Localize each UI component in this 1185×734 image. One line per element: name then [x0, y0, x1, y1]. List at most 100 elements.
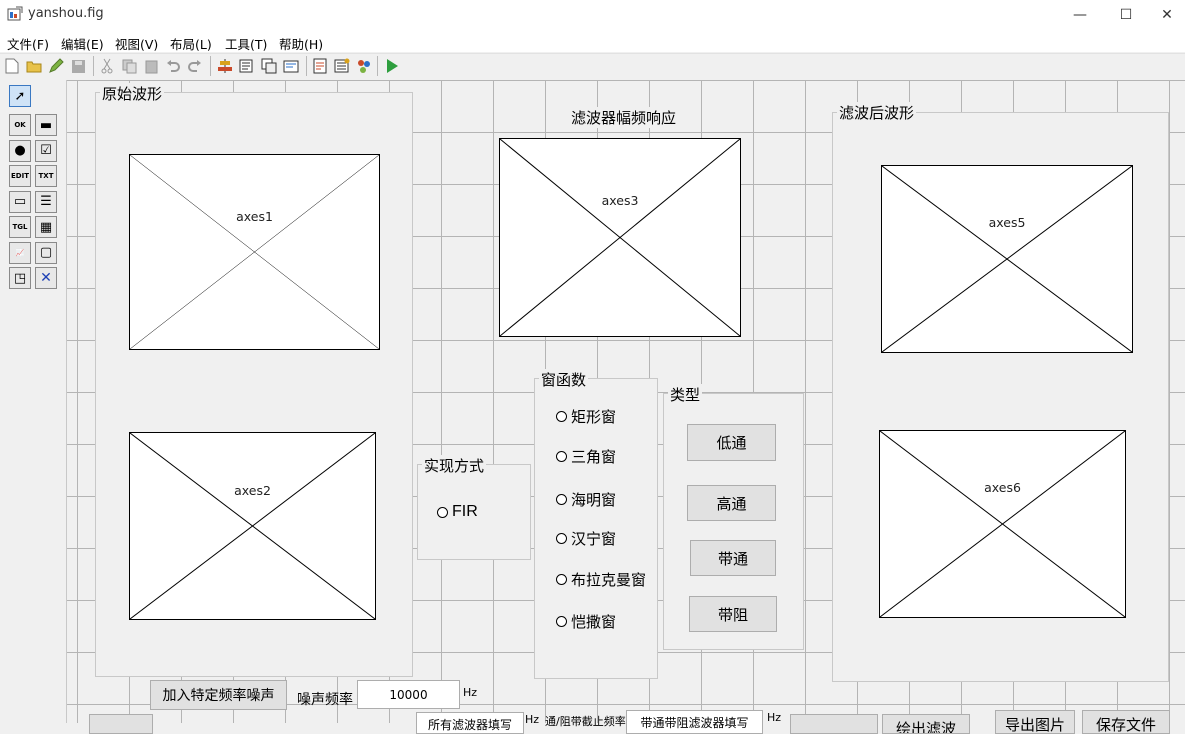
radiobutton-tool[interactable]: ● — [9, 139, 31, 162]
toolbar-separator — [93, 56, 94, 76]
open-folder-icon[interactable] — [25, 57, 43, 75]
cut-icon[interactable] — [98, 57, 116, 75]
pushbutton-tool[interactable]: OK — [9, 114, 31, 136]
axes-tool-icon: 📈 — [15, 248, 25, 257]
axes6-label: axes6 — [984, 480, 1021, 495]
window-radio-label: 恺撒窗 — [571, 613, 617, 631]
copy-icon[interactable] — [120, 57, 138, 75]
title-bar — [0, 0, 1185, 30]
editor-icon[interactable] — [238, 57, 256, 75]
axes3[interactable]: axes3 — [499, 138, 741, 337]
window-radio-kaiser[interactable]: 恺撒窗 — [556, 611, 616, 632]
window-function-title: 窗函数 — [539, 369, 589, 390]
static-text-tool-icon: TXT — [38, 172, 54, 180]
slider-tool[interactable]: ▬ — [35, 114, 57, 136]
paste-icon[interactable] — [142, 57, 160, 75]
bandstop-button[interactable]: 带阻 — [689, 596, 777, 632]
draw-filter-button[interactable]: 绘出滤波 — [882, 714, 970, 734]
button-group-tool[interactable]: ◳ — [9, 267, 31, 289]
edit-text-tool[interactable]: EDIT — [9, 165, 31, 187]
window-radio-label: 汉宁窗 — [571, 530, 617, 548]
maximize-button[interactable]: ☐ — [1103, 0, 1149, 30]
activex-tool[interactable]: ✕ — [35, 267, 57, 289]
axes3-label: axes3 — [601, 193, 639, 208]
add-noise-button[interactable]: 加入特定频率噪声 — [150, 680, 287, 710]
edit-text-tool-icon: EDIT — [11, 172, 29, 180]
align-icon[interactable] — [216, 57, 234, 75]
select-tool[interactable]: ➚ — [9, 85, 31, 107]
axes2[interactable]: axes2 — [129, 432, 376, 620]
window-radio-hamming[interactable]: 海明窗 — [556, 489, 616, 510]
axes1-label: axes1 — [236, 209, 273, 224]
bandpass-bandstop-input[interactable]: 带通带阻滤波器填写 — [626, 710, 763, 734]
undo-icon[interactable] — [164, 57, 182, 75]
m-file-icon[interactable] — [311, 57, 329, 75]
popup-menu-tool-icon: ▭ — [13, 194, 27, 209]
menu-help[interactable]: 帮助(H) — [279, 34, 323, 53]
menu-view[interactable]: 视图(V) — [115, 34, 158, 53]
partial-button-left[interactable] — [89, 714, 153, 734]
layout-canvas[interactable]: 原始波形 axes1 axes2 滤波器幅频响应 axes3 滤波后波形 axe… — [67, 80, 1185, 734]
popup-menu-tool[interactable]: ▭ — [9, 190, 31, 213]
menu-layout[interactable]: 布局(L) — [170, 34, 212, 53]
axes5[interactable]: axes5 — [881, 165, 1133, 353]
figure-app-icon — [7, 6, 23, 21]
edit-icon[interactable] — [47, 57, 65, 75]
table-tool-icon: ▦ — [39, 219, 53, 235]
static-text-tool[interactable]: TXT — [35, 165, 57, 187]
close-button[interactable]: ✕ — [1149, 0, 1185, 30]
window-radio-rectangular[interactable]: 矩形窗 — [556, 406, 616, 427]
toolbar-separator — [377, 56, 378, 76]
listbox-tool-icon: ☰ — [40, 194, 52, 209]
bandpass-button[interactable]: 带通 — [690, 540, 776, 576]
save-file-button[interactable]: 保存文件 — [1082, 710, 1170, 734]
axes-tool[interactable]: 📈 — [9, 241, 31, 264]
property-inspector-icon[interactable] — [333, 57, 351, 75]
run-icon[interactable] — [383, 57, 401, 75]
table-tool[interactable]: ▦ — [35, 216, 57, 238]
original-waveform-title: 原始波形 — [100, 83, 165, 104]
menu-edit[interactable]: 编辑(E) — [61, 34, 104, 53]
lowpass-button[interactable]: 低通 — [687, 424, 776, 461]
axes5-label: axes5 — [988, 215, 1026, 230]
redo-icon[interactable] — [186, 57, 204, 75]
save-icon[interactable] — [69, 57, 87, 75]
new-file-icon[interactable] — [3, 57, 21, 75]
menu-file[interactable]: 文件(F) — [7, 34, 49, 53]
window-radio-triangular[interactable]: 三角窗 — [556, 446, 616, 467]
checkbox-tool[interactable]: ☑ — [35, 139, 57, 162]
minimize-icon: — — [1073, 7, 1087, 23]
toggle-button-tool[interactable]: TGL — [9, 216, 31, 238]
partial-button-1[interactable] — [790, 714, 878, 734]
activex-tool-icon: ✕ — [40, 270, 52, 286]
all-filters-input[interactable]: 所有滤波器填写 — [416, 712, 524, 734]
panel-tool[interactable]: ▢ — [35, 241, 57, 264]
minimize-button[interactable]: — — [1057, 0, 1103, 30]
noise-frequency-input[interactable]: 10000 — [357, 680, 460, 709]
slider-tool-icon: ▬ — [39, 117, 53, 133]
button-group-tool-icon: ◳ — [13, 270, 27, 286]
highpass-button[interactable]: 高通 — [687, 485, 776, 521]
fir-radio-label: FIR — [452, 503, 478, 520]
axes-placeholder-cross — [500, 139, 740, 336]
filter-type-title: 类型 — [668, 384, 703, 405]
axes6[interactable]: axes6 — [879, 430, 1126, 618]
axes1[interactable]: axes1 — [129, 154, 380, 350]
menu-editor-icon[interactable] — [282, 57, 300, 75]
axes-placeholder-cross — [880, 431, 1125, 617]
menu-tools[interactable]: 工具(T) — [225, 34, 267, 53]
toolbar-separator — [210, 56, 211, 76]
bandpass-hz-unit: Hz — [767, 711, 782, 724]
window-radio-hanning[interactable]: 汉宁窗 — [556, 528, 616, 549]
listbox-tool[interactable]: ☰ — [35, 190, 57, 213]
tab-order-icon[interactable] — [260, 57, 278, 75]
window-radio-blackman[interactable]: 布拉克曼窗 — [556, 569, 646, 590]
fir-radio[interactable]: FIR — [437, 503, 478, 521]
export-image-button[interactable]: 导出图片 — [995, 710, 1075, 734]
object-browser-icon[interactable] — [355, 57, 373, 75]
cutoff-hz-unit: Hz — [525, 713, 540, 726]
close-icon: ✕ — [1161, 7, 1173, 23]
toolbar-separator — [306, 56, 307, 76]
radio-circle — [556, 411, 567, 422]
noise-hz-unit: Hz — [463, 686, 478, 699]
